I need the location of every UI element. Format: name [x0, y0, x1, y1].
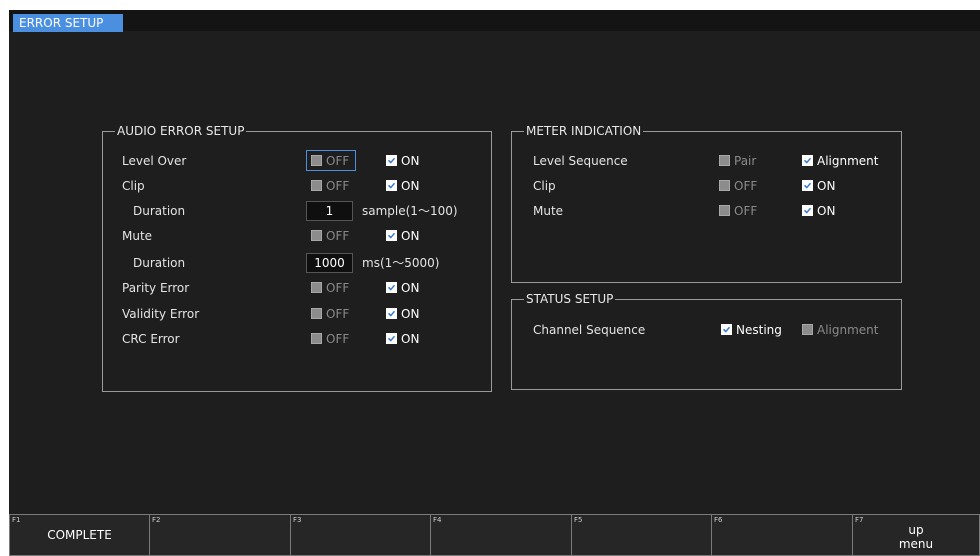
- channel-sequence-nesting-label: Nesting: [736, 323, 782, 337]
- f2-number: F2: [152, 516, 161, 524]
- meter-mute-label: Mute: [533, 204, 564, 218]
- mute-off-label: OFF: [326, 229, 350, 243]
- validity-error-on-label: ON: [401, 307, 420, 321]
- clip-off-checkbox[interactable]: [311, 180, 322, 191]
- crc-error-on-label: ON: [401, 332, 420, 346]
- f5-number: F5: [574, 516, 583, 524]
- f3-number: F3: [293, 516, 302, 524]
- mute-duration-unit: ms(1〜5000): [362, 256, 440, 270]
- parity-error-off-option[interactable]: OFF: [311, 280, 349, 296]
- audio-error-setup-title: AUDIO ERROR SETUP: [115, 124, 247, 138]
- meter-clip-on-checkbox[interactable]: [802, 180, 813, 191]
- clip-duration-input[interactable]: 1: [306, 201, 353, 221]
- error-setup-tab[interactable]: ERROR SETUP: [13, 14, 123, 32]
- error-setup-screen: ERROR SETUP AUDIO ERROR SETUP Level Over…: [9, 10, 980, 556]
- crc-error-label: CRC Error: [122, 332, 180, 346]
- level-over-on-option[interactable]: ON: [386, 153, 419, 169]
- validity-error-off-checkbox[interactable]: [311, 308, 322, 319]
- f1-number: F1: [12, 516, 21, 524]
- f3-button[interactable]: F3: [290, 514, 431, 556]
- channel-sequence-nesting-checkbox[interactable]: [721, 324, 732, 335]
- channel-sequence-alignment-label: Alignment: [817, 323, 879, 337]
- clip-off-label: OFF: [326, 179, 350, 193]
- status-setup-title: STATUS SETUP: [524, 292, 616, 306]
- meter-mute-off-checkbox[interactable]: [719, 205, 730, 216]
- level-sequence-label: Level Sequence: [533, 154, 628, 168]
- meter-mute-on-option[interactable]: ON: [802, 203, 835, 219]
- meter-clip-off-checkbox[interactable]: [719, 180, 730, 191]
- validity-error-off-label: OFF: [326, 307, 350, 321]
- validity-error-label: Validity Error: [122, 307, 200, 321]
- mute-label: Mute: [122, 229, 153, 243]
- meter-mute-off-label: OFF: [734, 204, 758, 218]
- f6-number: F6: [714, 516, 723, 524]
- parity-error-off-checkbox[interactable]: [311, 282, 322, 293]
- f1-label: COMPLETE: [47, 528, 112, 542]
- meter-clip-label: Clip: [533, 179, 556, 193]
- meter-clip-off-label: OFF: [734, 179, 758, 193]
- level-over-off-checkbox[interactable]: [311, 155, 322, 166]
- meter-clip-off-option[interactable]: OFF: [719, 178, 757, 194]
- f4-number: F4: [433, 516, 442, 524]
- channel-sequence-label: Channel Sequence: [533, 323, 646, 337]
- f7-up-menu-button[interactable]: F7 up menu: [852, 514, 980, 556]
- parity-error-on-option[interactable]: ON: [386, 280, 419, 296]
- meter-mute-on-checkbox[interactable]: [802, 205, 813, 216]
- clip-duration-label: Duration: [133, 204, 186, 218]
- mute-on-label: ON: [401, 229, 420, 243]
- f4-button[interactable]: F4: [430, 514, 572, 556]
- clip-off-option[interactable]: OFF: [311, 178, 349, 194]
- level-sequence-pair-checkbox[interactable]: [719, 155, 730, 166]
- level-sequence-alignment-checkbox[interactable]: [802, 155, 813, 166]
- f1-complete-button[interactable]: F1 COMPLETE: [9, 514, 150, 556]
- meter-mute-off-option[interactable]: OFF: [719, 203, 757, 219]
- f2-button[interactable]: F2: [149, 514, 291, 556]
- channel-sequence-nesting-option[interactable]: Nesting: [721, 322, 782, 338]
- crc-error-on-option[interactable]: ON: [386, 331, 419, 347]
- clip-label: Clip: [122, 179, 145, 193]
- mute-off-checkbox[interactable]: [311, 230, 322, 241]
- level-over-off-label: OFF: [326, 154, 350, 168]
- crc-error-off-label: OFF: [326, 332, 350, 346]
- status-setup-group: STATUS SETUP: [511, 292, 902, 390]
- validity-error-on-checkbox[interactable]: [386, 308, 397, 319]
- mute-on-checkbox[interactable]: [386, 230, 397, 241]
- f5-button[interactable]: F5: [571, 514, 712, 556]
- validity-error-on-option[interactable]: ON: [386, 306, 419, 322]
- level-sequence-alignment-option[interactable]: Alignment: [802, 153, 878, 169]
- validity-error-off-option[interactable]: OFF: [311, 306, 349, 322]
- parity-error-off-label: OFF: [326, 281, 350, 295]
- level-over-off-option[interactable]: OFF: [311, 153, 349, 169]
- mute-on-option[interactable]: ON: [386, 228, 419, 244]
- mute-duration-input[interactable]: 1000: [306, 253, 353, 273]
- channel-sequence-alignment-checkbox[interactable]: [802, 324, 813, 335]
- meter-mute-on-label: ON: [817, 204, 836, 218]
- crc-error-off-checkbox[interactable]: [311, 333, 322, 344]
- clip-on-checkbox[interactable]: [386, 180, 397, 191]
- level-over-on-label: ON: [401, 154, 420, 168]
- clip-on-label: ON: [401, 179, 420, 193]
- channel-sequence-alignment-option[interactable]: Alignment: [802, 322, 878, 338]
- level-sequence-pair-label: Pair: [734, 154, 757, 168]
- meter-clip-on-option[interactable]: ON: [802, 178, 835, 194]
- meter-indication-title: METER INDICATION: [524, 124, 644, 138]
- meter-clip-on-label: ON: [817, 179, 836, 193]
- crc-error-on-checkbox[interactable]: [386, 333, 397, 344]
- function-key-bar: F1 COMPLETE F2 F3 F4 F5 F6 F7 up menu: [9, 514, 980, 556]
- level-sequence-alignment-label: Alignment: [817, 154, 879, 168]
- parity-error-on-checkbox[interactable]: [386, 282, 397, 293]
- clip-on-option[interactable]: ON: [386, 178, 419, 194]
- level-sequence-pair-option[interactable]: Pair: [719, 153, 756, 169]
- clip-duration-unit: sample(1〜100): [362, 204, 458, 218]
- parity-error-on-label: ON: [401, 281, 420, 295]
- f7-label: up menu: [898, 523, 934, 551]
- level-over-label: Level Over: [122, 154, 187, 168]
- level-over-on-checkbox[interactable]: [386, 155, 397, 166]
- title-bar: ERROR SETUP: [9, 10, 980, 32]
- mute-off-option[interactable]: OFF: [311, 228, 349, 244]
- mute-duration-label: Duration: [133, 256, 186, 270]
- f6-button[interactable]: F6: [711, 514, 853, 556]
- parity-error-label: Parity Error: [122, 281, 190, 295]
- crc-error-off-option[interactable]: OFF: [311, 331, 349, 347]
